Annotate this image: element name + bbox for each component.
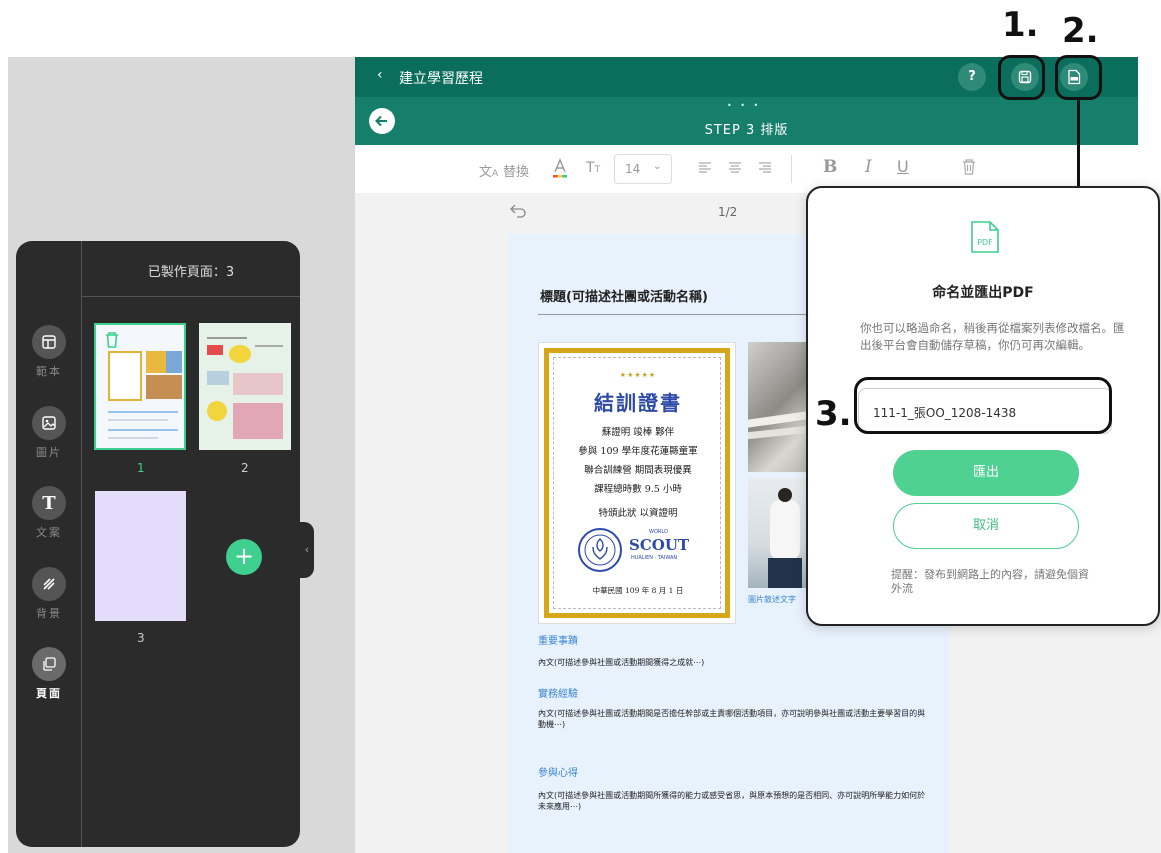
- step-dots: • • •: [727, 101, 762, 110]
- trash-icon[interactable]: [961, 158, 977, 176]
- panel-header: 已製作頁面：3: [82, 241, 300, 297]
- thumbnail-number: 3: [137, 631, 145, 645]
- dialog-title: 命名並匯出PDF: [932, 285, 1034, 301]
- add-page-button[interactable]: +: [226, 539, 262, 575]
- certificate-line: 特頒此狀 以資證明: [598, 508, 678, 519]
- document-heading[interactable]: 標題(可描述社團或活動名稱): [540, 286, 708, 305]
- svg-text:PDF: PDF: [977, 238, 993, 247]
- align-right-icon[interactable]: [758, 161, 772, 175]
- back-chevron-icon[interactable]: ‹: [377, 67, 383, 83]
- logo-scout-text: SCOUT: [629, 536, 690, 554]
- pages-panel: 範本 圖片 T 文案 背景 頁面 已製作頁面：3 1 2 3 +: [16, 241, 300, 847]
- page-indicator: 1/2: [718, 205, 738, 219]
- translate-icon[interactable]: 文A: [479, 161, 498, 180]
- page-thumbnail[interactable]: [94, 323, 186, 450]
- template-icon: [32, 325, 66, 359]
- toolbar-divider: [791, 155, 792, 183]
- tool-rail: 範本 圖片 T 文案 背景 頁面: [16, 241, 82, 847]
- export-button[interactable]: 匯出: [893, 450, 1079, 496]
- rail-label: 範本: [36, 365, 62, 378]
- undo-icon[interactable]: [509, 203, 527, 219]
- dialog-description: 你也可以略過命名，稍後再從檔案列表修改檔名。匯出後平台會自動儲存草稿，你仍可再次…: [860, 321, 1125, 352]
- heading-underline: [538, 314, 838, 315]
- rail-label: 背景: [36, 607, 62, 620]
- font-size-value: 14: [625, 162, 641, 176]
- certificate-title: 結訓證書: [594, 391, 682, 415]
- section-body[interactable]: 內文(可描述參與社團或活動期間獲得之成就⋯): [538, 657, 928, 669]
- photo-caption[interactable]: 圖片敘述文字: [748, 594, 796, 605]
- certificate-line: 聯合訓練營 期間表現優異: [584, 465, 692, 476]
- callout-number-1: 1.: [1002, 5, 1039, 45]
- align-center-icon[interactable]: [728, 161, 742, 175]
- rail-item-background[interactable]: 背景: [16, 567, 82, 621]
- rail-label: 文案: [36, 526, 62, 539]
- bold-icon[interactable]: B: [823, 157, 837, 177]
- callout-connector: [1077, 100, 1080, 186]
- collapse-panel-handle[interactable]: ‹: [300, 522, 314, 578]
- help-button[interactable]: ?: [958, 63, 986, 91]
- align-left-icon[interactable]: [698, 161, 712, 175]
- logo-world-text: WORLD: [649, 529, 668, 535]
- delete-page-icon[interactable]: [104, 331, 120, 348]
- step-bar: • • • STEP 3 排版: [355, 97, 1138, 145]
- callout-box-save: [998, 55, 1045, 100]
- page-thumbnail[interactable]: [95, 491, 186, 621]
- privacy-tip: 提醒：發布到網路上的內容，請避免個資外流: [891, 568, 1089, 595]
- text-size-icon[interactable]: TT: [586, 160, 600, 176]
- step-title: STEP 3 排版: [704, 123, 789, 138]
- certificate-stars: ★★★★★: [619, 371, 657, 379]
- certificate-line: 參與 109 學年度花蓮縣童軍: [578, 446, 698, 457]
- certificate-line: 課程總時數 9.5 小時: [594, 484, 682, 495]
- rail-item-images[interactable]: 圖片: [16, 406, 82, 460]
- rail-item-text[interactable]: T 文案: [16, 486, 82, 540]
- section-body[interactable]: 內文(可描述參與社團或活動期間是否擔任幹部或主責哪個活動項目，亦可說明參與社團或…: [538, 708, 933, 730]
- header-title[interactable]: 建立學習歷程: [399, 68, 483, 88]
- section-title[interactable]: 參與心得: [538, 764, 578, 779]
- pages-icon: [32, 647, 66, 681]
- chevron-down-icon: ⌄: [653, 161, 662, 172]
- page-thumbnail[interactable]: [199, 323, 291, 450]
- section-body[interactable]: 內文(可描述參與社團或活動期間所獲得的能力或感受省思，與原本預想的是否相同、亦可…: [538, 790, 933, 812]
- scout-emblem-icon: [577, 527, 623, 573]
- cancel-button[interactable]: 取消: [893, 503, 1079, 549]
- certificate-date: 中華民國 109 年 8 月 1 日: [592, 586, 684, 595]
- callout-number-2: 2.: [1062, 11, 1099, 51]
- thumbnail-number: 2: [241, 461, 249, 475]
- font-size-select[interactable]: 14 ⌄: [614, 154, 672, 184]
- section-title[interactable]: 重要事蹟: [538, 632, 578, 647]
- certificate-image[interactable]: ★★★★★ 結訓證書 蘇證明 竣棒 夥伴 參與 109 學年度花蓮縣童軍 聯合訓…: [538, 342, 736, 624]
- rail-item-templates[interactable]: 範本: [16, 325, 82, 379]
- rail-label: 圖片: [36, 446, 62, 459]
- text-color-icon[interactable]: [551, 157, 569, 181]
- pattern-icon: [32, 567, 66, 601]
- italic-icon[interactable]: I: [865, 157, 872, 177]
- panel-title: 已製作頁面：3: [147, 265, 235, 280]
- thumbnail-number: 1: [137, 461, 145, 475]
- image-icon: [32, 406, 66, 440]
- text-icon: T: [32, 486, 66, 520]
- rail-label: 頁面: [36, 687, 62, 700]
- certificate-line: 蘇證明 竣棒 夥伴: [601, 427, 675, 438]
- logo-sub-text: HUALIEN · TAIWAN: [631, 555, 678, 561]
- replace-button[interactable]: 替換: [503, 161, 529, 180]
- callout-number-3: 3.: [815, 394, 852, 434]
- underline-icon[interactable]: U: [897, 157, 909, 176]
- rail-item-pages[interactable]: 頁面: [16, 647, 82, 701]
- pdf-icon: PDF: [970, 220, 1000, 254]
- section-title[interactable]: 實務經驗: [538, 685, 578, 700]
- callout-box-pdf: [1055, 55, 1102, 100]
- callout-box-filename: [854, 377, 1112, 434]
